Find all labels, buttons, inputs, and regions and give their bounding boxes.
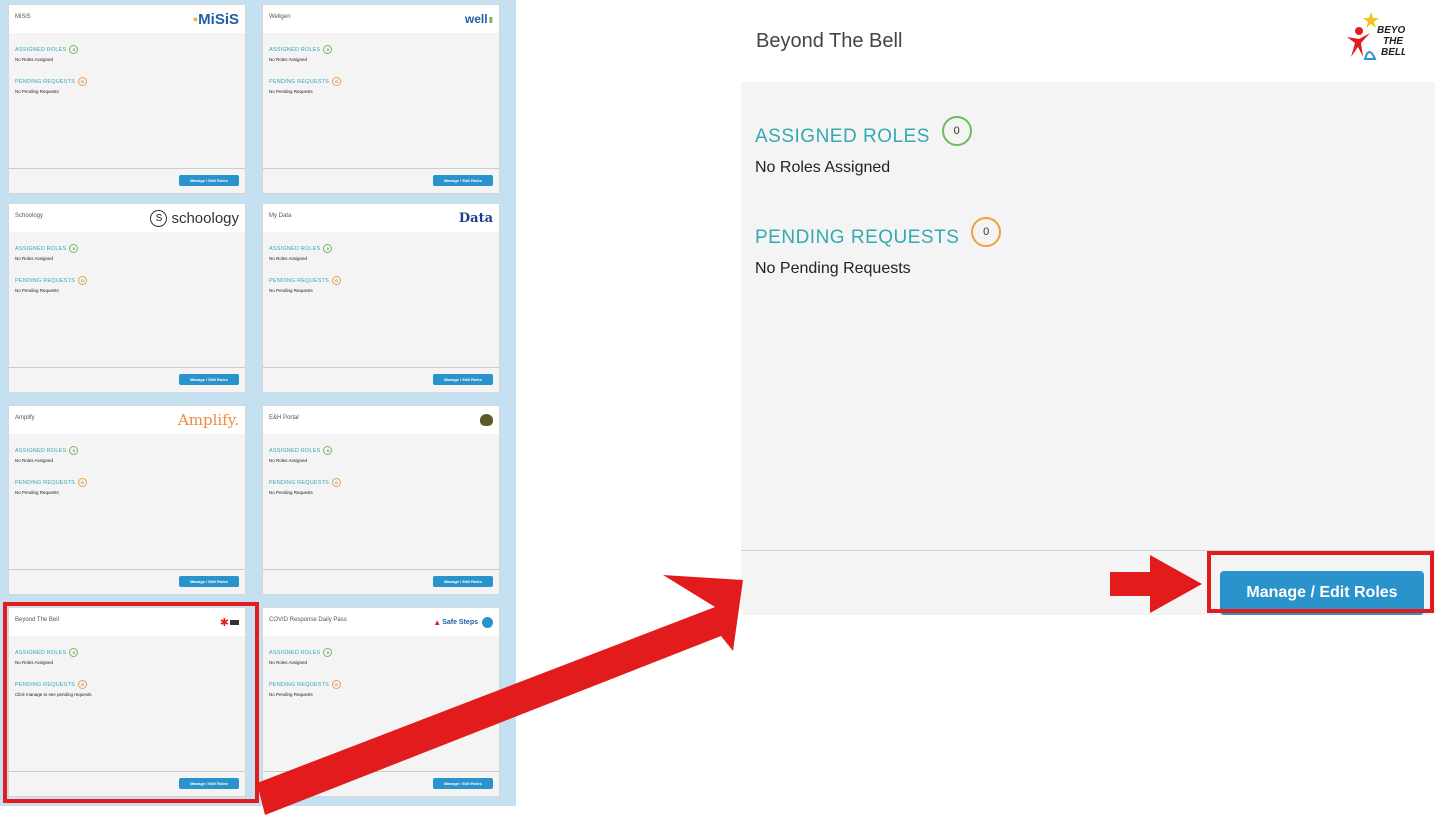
pending-requests-heading: PENDING REQUESTS 0 — [269, 478, 342, 487]
assigned-count-badge: 0 — [69, 45, 79, 54]
assigned-roles-heading: ASSIGNED ROLES 0 — [15, 648, 79, 657]
assigned-roles-text: No Roles Assigned — [755, 159, 891, 176]
assigned-roles-heading: ASSIGNED ROLES 0 — [755, 116, 972, 152]
pending-requests-text: No Pending Requests — [269, 692, 313, 697]
beyond-the-bell-logo: ✱ — [220, 611, 239, 633]
assigned-roles-heading: ASSIGNED ROLES 0 — [269, 45, 333, 54]
pending-count-badge: 0 — [78, 478, 88, 487]
pending-requests-heading: PENDING REQUESTS 0 — [15, 77, 88, 86]
assigned-roles-text: No Roles Assigned — [15, 57, 54, 62]
app-tile-amplify: Amplify Amplify. ASSIGNED ROLES 0 No Role… — [8, 405, 246, 595]
assigned-count-badge: 0 — [69, 446, 79, 455]
pending-requests-text: Click manage to see pending requests — [15, 692, 92, 697]
app-tile-misis: MiSiS ● MiSiS ASSIGNED ROLES 0 No Roles A… — [8, 4, 246, 194]
pending-requests-heading: PENDING REQUESTS 0 — [269, 680, 342, 689]
assigned-count-badge: 0 — [69, 244, 79, 253]
manage-edit-roles-button[interactable]: Manage / Edit Roles — [179, 374, 239, 385]
pending-count-badge: 0 — [332, 478, 342, 487]
assigned-count-badge: 0 — [69, 648, 79, 657]
pending-count-badge: 0 — [332, 680, 342, 689]
detail-tile-header: Beyond The Bell BEYOND THE BELL — [741, 0, 1435, 82]
assigned-count-badge: 0 — [323, 446, 333, 455]
manage-edit-roles-button[interactable]: Manage / Edit Roles — [433, 576, 493, 587]
manage-edit-roles-button[interactable]: Manage / Edit Roles — [433, 778, 493, 789]
assigned-roles-heading: ASSIGNED ROLES 0 — [269, 446, 333, 455]
tile-title: Beyond The Bell — [15, 617, 59, 623]
pending-count-badge: 0 — [78, 276, 88, 285]
pending-requests-text: No Pending Requests — [269, 89, 313, 94]
assigned-count-badge: 0 — [323, 45, 333, 54]
pending-count-badge: 0 — [332, 276, 342, 285]
assigned-roles-text: No Roles Assigned — [269, 660, 308, 665]
pending-requests-text: No Pending Requests — [15, 288, 59, 293]
tile-title: E&H Portal — [269, 415, 299, 421]
pending-requests-heading: PENDING REQUESTS 0 — [15, 478, 88, 487]
assigned-roles-text: No Roles Assigned — [269, 256, 308, 261]
pending-requests-heading: PENDING REQUESTS 0 — [15, 276, 88, 285]
amplify-logo: Amplify. — [177, 411, 239, 429]
app-tile-wellgen: Wellgen well ▮ ASSIGNED ROLES 0 No Roles … — [262, 4, 500, 194]
tile-title: Wellgen — [269, 14, 291, 20]
assigned-count-badge: 0 — [941, 116, 972, 146]
assigned-roles-text: No Roles Assigned — [15, 458, 54, 463]
pending-count-badge: 0 — [78, 77, 88, 86]
app-tile-beyond-the-bell: Beyond The Bell ✱ ASSIGNED ROLES 0 No Rol… — [8, 607, 246, 797]
svg-text:THE: THE — [1383, 36, 1403, 47]
mydata-logo: Data — [458, 210, 493, 226]
manage-edit-roles-button[interactable]: Manage / Edit Roles — [179, 778, 239, 789]
pending-count-badge: 0 — [332, 77, 342, 86]
manage-edit-roles-button[interactable]: Manage / Edit Roles — [433, 374, 493, 385]
footer-divider — [741, 550, 1435, 551]
pending-requests-text: No Pending Requests — [269, 288, 313, 293]
pending-count-badge: 0 — [78, 680, 88, 689]
assigned-roles-heading: ASSIGNED ROLES 0 — [15, 244, 79, 253]
portal-logo — [480, 409, 493, 431]
tile-title: MiSiS — [15, 14, 31, 20]
schoology-logo: S schoology — [150, 207, 239, 229]
pending-requests-text: No Pending Requests — [755, 260, 911, 277]
assigned-count-badge: 0 — [323, 648, 333, 657]
tile-title: COVID Response Daily Pass — [269, 617, 347, 623]
manage-edit-roles-button[interactable]: Manage / Edit Roles — [179, 576, 239, 587]
manage-edit-roles-button[interactable]: Manage / Edit Roles — [179, 175, 239, 186]
misis-logo: ● MiSiS — [192, 10, 239, 28]
assigned-roles-heading: ASSIGNED ROLES 0 — [269, 244, 333, 253]
assigned-count-badge: 0 — [323, 244, 333, 253]
assigned-roles-text: No Roles Assigned — [269, 57, 308, 62]
svg-text:BELL: BELL — [1381, 47, 1405, 58]
assigned-roles-text: No Roles Assigned — [15, 256, 54, 261]
assigned-roles-heading: ASSIGNED ROLES 0 — [15, 446, 79, 455]
tile-title: Schoology — [15, 213, 44, 219]
assigned-roles-heading: ASSIGNED ROLES 0 — [15, 45, 79, 54]
pending-requests-text: No Pending Requests — [269, 490, 313, 495]
app-tile-my-data: My Data Data ASSIGNED ROLES 0 No Roles As… — [262, 203, 500, 393]
detail-tile-title: Beyond The Bell — [756, 30, 903, 52]
assigned-roles-text: No Roles Assigned — [15, 660, 54, 665]
safe-steps-logo: ▲ Safe Steps — [433, 611, 493, 633]
pending-requests-heading: PENDING REQUESTS 0 — [269, 77, 342, 86]
app-tile-covid-daily-pass: COVID Response Daily Pass ▲ Safe Steps A… — [262, 607, 500, 797]
pending-requests-heading: PENDING REQUESTS 0 — [15, 680, 88, 689]
tile-title: My Data — [269, 213, 292, 219]
wellness-logo: well ▮ — [464, 12, 493, 26]
svg-text:BEYOND: BEYOND — [1377, 25, 1405, 36]
app-tile-portal: E&H Portal ASSIGNED ROLES 0 No Roles Assi… — [262, 405, 500, 595]
detail-tile-body: ASSIGNED ROLES 0 No Roles Assigned PENDI… — [741, 82, 1435, 615]
pending-count-badge: 0 — [971, 217, 1002, 247]
tile-title: Amplify — [15, 415, 35, 421]
pending-requests-text: No Pending Requests — [15, 490, 59, 495]
detail-tile-beyond-the-bell: Beyond The Bell BEYOND THE BELL ASSIGNED… — [741, 0, 1435, 615]
assigned-roles-heading: ASSIGNED ROLES 0 — [269, 648, 333, 657]
beyond-the-bell-logo: BEYOND THE BELL — [1347, 12, 1405, 60]
manage-edit-roles-button[interactable]: Manage / Edit Roles — [1220, 571, 1424, 615]
app-tile-schoology: Schoology S schoology ASSIGNED ROLES 0 No… — [8, 203, 246, 393]
pending-requests-heading: PENDING REQUESTS 0 — [269, 276, 342, 285]
manage-edit-roles-button[interactable]: Manage / Edit Roles — [433, 175, 493, 186]
app-tile-grid: MiSiS ● MiSiS ASSIGNED ROLES 0 No Roles A… — [0, 0, 516, 806]
pending-requests-heading: PENDING REQUESTS 0 — [755, 217, 1002, 253]
pending-requests-text: No Pending Requests — [15, 89, 59, 94]
assigned-roles-text: No Roles Assigned — [269, 458, 308, 463]
